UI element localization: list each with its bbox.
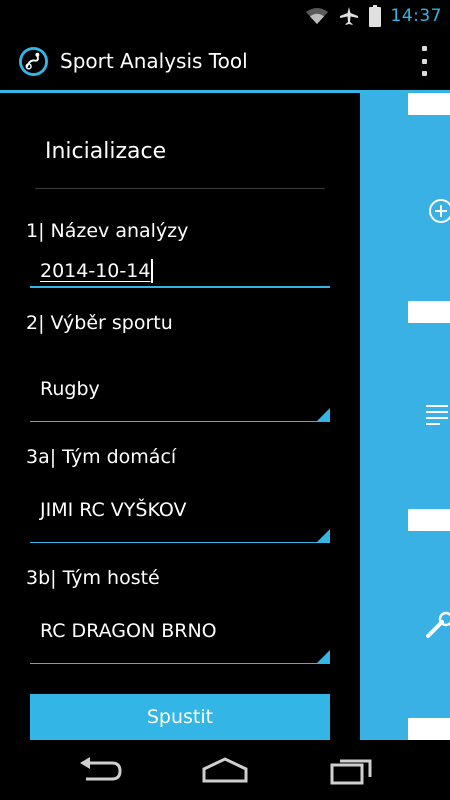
away-team-label: 3b| Tým hosté	[26, 567, 160, 589]
app-title: Sport Analysis Tool	[60, 49, 248, 73]
add-circle-icon[interactable]	[426, 196, 450, 226]
panel-row	[408, 509, 450, 531]
home-icon[interactable]	[200, 755, 250, 785]
analysis-name-underline	[30, 286, 330, 288]
sport-logo-icon[interactable]	[18, 46, 49, 77]
spinner-arrow-icon	[316, 529, 330, 543]
spinner-arrow-icon	[316, 408, 330, 422]
status-time: 14:37	[390, 6, 442, 26]
overflow-menu-icon[interactable]	[416, 46, 432, 76]
home-team-label: 3a| Tým domácí	[26, 446, 177, 468]
sport-spinner[interactable]: Rugby	[30, 362, 330, 422]
navigation-drawer: Inicializace 1| Název analýzy 2| Výběr s…	[0, 93, 360, 740]
spinner-arrow-icon	[316, 650, 330, 664]
status-bar: 14:37	[0, 0, 450, 32]
analysis-name-label: 1| Název analýzy	[26, 220, 189, 242]
action-bar: Sport Analysis Tool	[0, 32, 450, 90]
drawer-divider	[35, 188, 325, 189]
panel-row	[408, 301, 450, 323]
home-team-spinner-value: JIMI RC VYŠKOV	[40, 499, 187, 521]
navigation-bar	[0, 740, 450, 800]
tools-icon[interactable]	[426, 610, 450, 640]
away-team-spinner-value: RC DRAGON BRNO	[40, 620, 217, 642]
back-icon[interactable]	[76, 755, 126, 785]
spinner-underline	[30, 542, 330, 543]
status-icons: 14:37	[305, 0, 443, 32]
wifi-icon	[305, 8, 328, 24]
text-cursor	[151, 259, 153, 283]
panel-row	[408, 718, 450, 740]
list-icon[interactable]	[426, 403, 450, 427]
sport-spinner-value: Rugby	[40, 378, 100, 400]
start-button[interactable]: Spustit	[30, 694, 330, 740]
drawer-title: Inicializace	[45, 139, 167, 164]
analysis-name-input[interactable]	[30, 251, 330, 291]
spinner-underline	[30, 663, 330, 664]
battery-icon	[368, 5, 381, 27]
content-panel	[360, 93, 450, 740]
airplane-icon	[339, 7, 358, 25]
recent-apps-icon[interactable]	[326, 755, 376, 785]
panel-row	[408, 93, 450, 115]
home-team-spinner[interactable]: JIMI RC VYŠKOV	[30, 483, 330, 543]
sport-label: 2| Výběr sportu	[26, 312, 173, 334]
spinner-underline	[30, 421, 330, 422]
away-team-spinner[interactable]: RC DRAGON BRNO	[30, 604, 330, 664]
